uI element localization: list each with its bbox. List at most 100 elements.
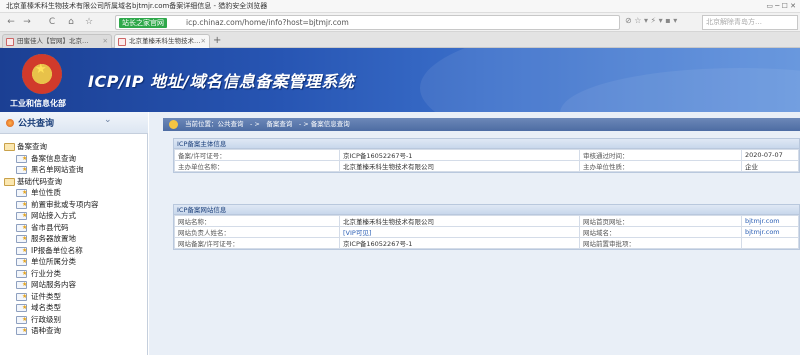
document-icon: ★ (16, 292, 28, 301)
star-icon: ★ (22, 304, 28, 311)
star-icon: ★ (22, 315, 28, 323)
panel-header: ICP备案网站信息 (174, 205, 799, 215)
document-icon: ★ (16, 304, 27, 312)
sidebar-item[interactable]: ★ 网站接入方式 (0, 210, 148, 222)
sidebar-item-label: 基础代码查询 (17, 176, 62, 186)
sidebar-item[interactable]: ★ 语种查询 (0, 325, 148, 337)
tab-2-active[interactable]: 北京堇榛禾科生物技术… ✕ (114, 34, 210, 48)
sidebar-item-label: 省市县代码 (31, 222, 69, 232)
field-value: 京ICP备16052267号-1 (339, 237, 580, 249)
address-bar[interactable]: 站长之家官网 icp.chinaz.com/home/info?host=bjt… (115, 15, 620, 30)
field-label: 网站负责人姓名： (174, 226, 340, 238)
value-link[interactable]: bjtmjr.com (745, 228, 780, 236)
field-value: [VIP可见] (339, 226, 580, 238)
document-icon: ★ (16, 269, 28, 278)
star-icon: ★ (22, 154, 28, 162)
sidebar-item[interactable]: ★ 行业分类 (0, 268, 148, 280)
document-icon: ★ (16, 223, 27, 232)
sidebar-item[interactable]: ★ 域名类型 (0, 302, 148, 314)
star-icon: ★ (22, 292, 28, 300)
tab-label: 田蜜佳人【官网】北京… (17, 37, 89, 45)
sidebar-item[interactable]: ★ 单位所属分类 (0, 256, 148, 268)
field-value: 京ICP备16052267号-1 (339, 149, 580, 161)
sidebar-item-label: 单位所属分类 (31, 257, 76, 266)
window-title: 北京堇榛禾科生物技术有限公司所属域名bjtmjr.com备案详细信息 - 猎豹安… (6, 2, 268, 10)
document-icon: ★ (16, 315, 28, 324)
sidebar-item-label: 行业分类 (31, 268, 61, 278)
site-badge[interactable]: 站长之家官网 (119, 18, 167, 28)
sidebar-item[interactable]: ★ 证件类型 (0, 291, 148, 303)
field-label: 备案/许可证号： (174, 149, 340, 161)
star-icon: ★ (22, 200, 28, 208)
document-icon: ★ (16, 258, 27, 266)
sidebar-item[interactable]: ★ 服务器放置地 (0, 233, 148, 245)
sidebar-item[interactable]: ★ 省市县代码 (0, 222, 148, 234)
sidebar-item[interactable]: 基础代码查询 (0, 176, 148, 188)
table-row: 备案/许可证号： 京ICP备16052267号-1 审核通过时间： 2020-07-0… (174, 149, 799, 161)
field-label: 网站首页网址： (579, 215, 742, 227)
favorite-star-icon[interactable]: ☆ (82, 16, 96, 29)
back-button[interactable]: ← (4, 16, 18, 29)
star-icon: ★ (22, 235, 28, 242)
value-link[interactable]: [VIP可见] (343, 229, 371, 237)
field-label: 网站备案/许可证号： (174, 237, 340, 249)
sidebar-item[interactable]: 备案查询 (0, 141, 148, 153)
value-link[interactable]: bjtmjr.com (745, 217, 780, 225)
document-icon: ★ (16, 154, 28, 163)
panel-header: ICP备案主体信息 (174, 139, 799, 149)
sidebar: 公共查询 ⌄ 备案查询 ★ 备案信息查询 ★ 黑名单网站查询 基础代码查询 ★ 单位性质 ★ 前置… (0, 112, 148, 355)
sidebar-item[interactable]: ★ 备案信息查询 (0, 153, 148, 165)
collapse-chevron-icon[interactable]: ⌄ (104, 115, 112, 125)
sidebar-tree: 备案查询 ★ 备案信息查询 ★ 黑名单网站查询 基础代码查询 ★ 单位性质 ★ 前置审批或专项内容… (0, 141, 148, 337)
new-tab-button[interactable]: + (213, 35, 221, 46)
document-icon: ★ (16, 246, 28, 255)
sidebar-item[interactable]: ★ IP报备单位名称 (0, 245, 148, 257)
url-text[interactable]: icp.chinaz.com/home/info?host=bjtmjr.com (186, 16, 349, 30)
table-row: 网站备案/许可证号： 京ICP备16052267号-1 网站前置审批项： (174, 237, 799, 249)
breadcrumb-text: 当前位置：公共查询 - > 备案查询 - > 备案信息查询 (185, 120, 350, 128)
document-icon: ★ (16, 166, 27, 174)
sidebar-item[interactable]: ★ 网站服务内容 (0, 279, 148, 291)
sidebar-item-label: 黑名单网站查询 (31, 165, 84, 174)
sidebar-header[interactable]: 公共查询 ⌄ (0, 112, 148, 134)
field-value: 企业 (741, 160, 799, 172)
field-label: 网站前置审批项： (579, 237, 742, 249)
sidebar-item-label: 证件类型 (31, 291, 61, 301)
forward-button[interactable]: → (20, 16, 34, 29)
close-tab-icon[interactable]: ✕ (103, 35, 108, 48)
extension-icons[interactable]: ⊘ ☆ ▾ ⚡ ▾ ▪ ▾ (625, 16, 677, 29)
home-button[interactable]: ⌂ (64, 16, 78, 29)
sidebar-item-label: 备案查询 (17, 142, 47, 151)
table-row: 网站负责人姓名： [VIP可见] 网站域名： bjtmjr.com (174, 226, 799, 238)
subject-info-panel: ICP备案主体信息 备案/许可证号： 京ICP备16052267号-1 审核通过时间… (173, 138, 800, 173)
folder-icon (4, 143, 15, 151)
site-info-panel: ICP备案网站信息 网站名称： 北京堇榛禾科生物技术有限公司 网站首页网址： bjtm… (173, 204, 800, 250)
star-icon: ★ (22, 269, 28, 277)
sidebar-item[interactable]: ★ 黑名单网站查询 (0, 164, 148, 176)
document-icon: ★ (16, 235, 27, 243)
search-input[interactable]: 北京解除青岛方… (702, 15, 798, 30)
sidebar-item[interactable]: ★ 单位性质 (0, 187, 148, 199)
sidebar-title: 公共查询 (18, 119, 55, 129)
sidebar-item-label: 备案信息查询 (31, 153, 76, 163)
field-value: 北京堇榛禾科生物技术有限公司 (339, 160, 580, 172)
breadcrumb: 当前位置：公共查询 - > 备案查询 - > 备案信息查询 (163, 118, 800, 131)
tab-1[interactable]: 田蜜佳人【官网】北京… ✕ (2, 34, 112, 48)
field-label: 主办单位名称： (174, 160, 340, 172)
sidebar-item[interactable]: ★ 前置审批或专项内容 (0, 199, 148, 211)
sidebar-item[interactable]: ★ 行政级别 (0, 314, 148, 326)
tab-bar: 田蜜佳人【官网】北京… ✕ 北京堇榛禾科生物技术… ✕ + (0, 32, 800, 48)
sidebar-item-label: 单位性质 (31, 188, 61, 197)
document-icon: ★ (16, 200, 28, 209)
refresh-button[interactable]: C (45, 16, 59, 29)
star-icon: ★ (22, 246, 28, 254)
sidebar-item-label: IP报备单位名称 (31, 245, 83, 255)
table-row: 主办单位名称： 北京堇榛禾科生物技术有限公司 主办单位性质： 企业 (174, 160, 799, 172)
field-label: 主办单位性质： (579, 160, 742, 172)
window-controls[interactable]: ▭ ─ ☐ ✕ (766, 0, 796, 12)
sidebar-item-label: 域名类型 (31, 303, 61, 312)
close-tab-icon[interactable]: ✕ (201, 35, 206, 48)
window-titlebar: 北京堇榛禾科生物技术有限公司所属域名bjtmjr.com备案详细信息 - 猎豹安… (0, 0, 800, 13)
star-icon: ★ (22, 166, 28, 173)
document-icon: ★ (16, 189, 27, 197)
